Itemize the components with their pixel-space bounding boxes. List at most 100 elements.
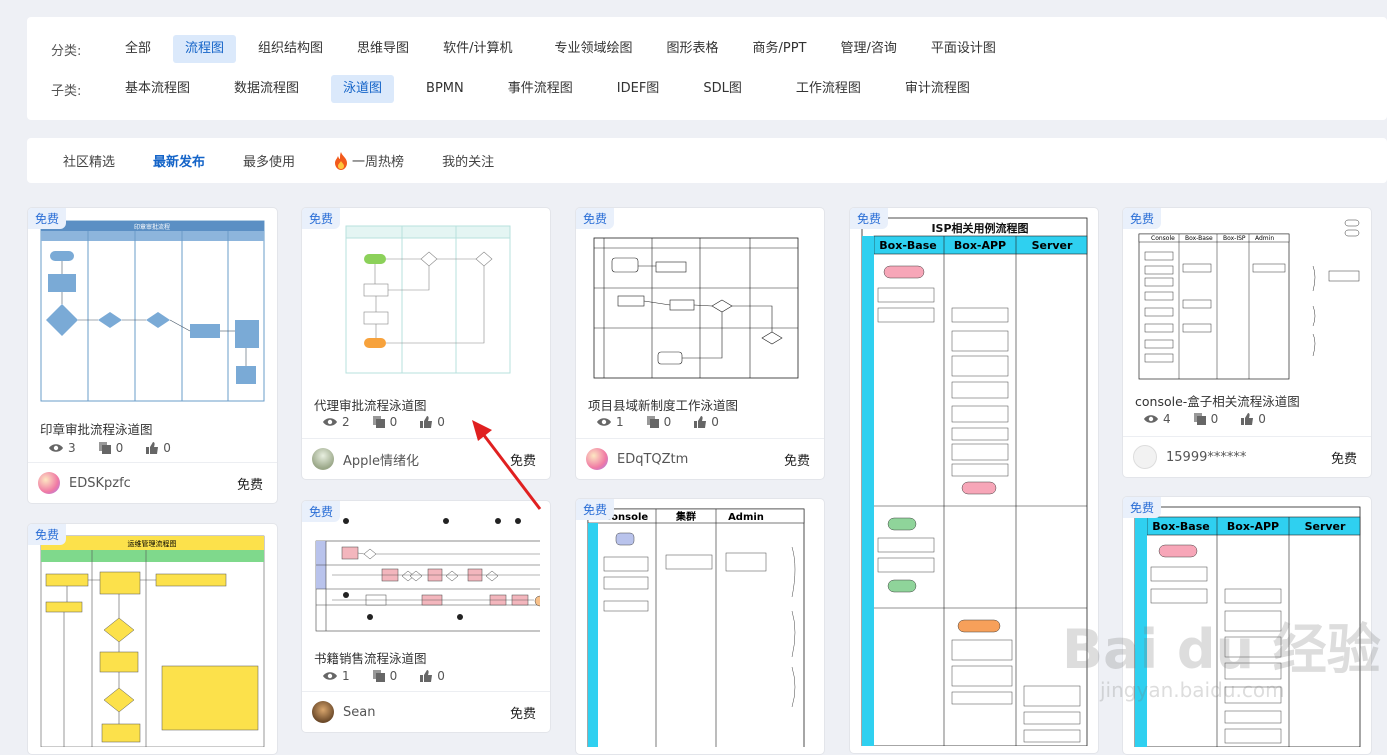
author-name[interactable]: 15999****** bbox=[1166, 450, 1331, 465]
subcategory-item[interactable]: 审计流程图 bbox=[893, 75, 982, 103]
card-title[interactable]: 书籍销售流程泳道图 bbox=[314, 648, 427, 667]
thumbs-up-icon bbox=[146, 442, 159, 454]
copies-count: 0 bbox=[1210, 412, 1219, 426]
avatar[interactable] bbox=[1133, 445, 1157, 469]
eye-icon bbox=[597, 418, 611, 426]
eye-icon bbox=[1144, 415, 1158, 423]
swimlane-thumbnail: Console 集群 Admin bbox=[586, 507, 814, 747]
thumb-lane-header: Box-Base bbox=[1152, 520, 1209, 533]
thumb-lane-header: Box-Base bbox=[879, 239, 936, 252]
swimlane-thumbnail: Console Box-Base Box-ISP Admin bbox=[1133, 216, 1361, 381]
views-count: 2 bbox=[342, 415, 350, 429]
category-item[interactable]: 平面设计图 bbox=[919, 35, 1008, 63]
tab-weekly-hot-label: 一周热榜 bbox=[352, 155, 405, 170]
category-item[interactable]: 管理/咨询 bbox=[828, 35, 908, 63]
author-name[interactable]: EDqTQZtm bbox=[617, 452, 784, 467]
views-count: 1 bbox=[616, 415, 624, 429]
template-card[interactable]: 免费 Box-Base Box-APP Server bbox=[1122, 496, 1372, 755]
card-title[interactable]: console-盒子相关流程泳道图 bbox=[1135, 391, 1300, 410]
free-badge: 免费 bbox=[28, 524, 67, 545]
subcategory-label: 子类: bbox=[51, 83, 82, 99]
thumb-title: ISP相关用例流程图 bbox=[931, 221, 1028, 235]
subcategory-item[interactable]: 基本流程图 bbox=[113, 75, 202, 103]
avatar[interactable] bbox=[586, 448, 608, 470]
swimlane-thumbnail: Box-Base Box-APP Server bbox=[1133, 505, 1361, 747]
category-item[interactable]: 商务/PPT bbox=[740, 35, 818, 63]
category-item-active[interactable]: 流程图 bbox=[173, 35, 237, 63]
likes-stat: 0 bbox=[1240, 412, 1266, 426]
tab-community[interactable]: 社区精选 bbox=[63, 151, 115, 170]
views-count: 1 bbox=[342, 669, 350, 683]
likes-stat: 0 bbox=[419, 669, 445, 683]
likes-stat: 0 bbox=[693, 415, 719, 429]
swimlane-thumbnail: ISP相关用例流程图 Box-Base Box-APP Server bbox=[860, 216, 1088, 746]
views-count: 4 bbox=[1163, 412, 1171, 426]
price-label: 免费 bbox=[1330, 451, 1357, 467]
card-title[interactable]: 代理审批流程泳道图 bbox=[314, 395, 427, 414]
thumb-lane-header: Box-Base bbox=[1185, 235, 1213, 242]
template-card[interactable]: 免费 项目县域新制度工作泳道图 1 0 0 EDqTQZtm 免费 bbox=[575, 207, 825, 480]
thumb-lane-header: Server bbox=[1032, 239, 1073, 252]
template-card[interactable]: 免费 运维管理流程图 bbox=[27, 523, 278, 755]
template-card[interactable]: 免费 代理审批流程泳道图 2 0 0 Apple情绪化 免费 bbox=[301, 207, 551, 480]
copies-stat: 0 bbox=[98, 441, 124, 455]
author-name[interactable]: EDSKpzfc bbox=[69, 476, 237, 491]
copies-stat: 0 bbox=[646, 415, 672, 429]
copy-icon bbox=[372, 670, 385, 682]
card-title[interactable]: 项目县域新制度工作泳道图 bbox=[588, 395, 738, 414]
eye-icon bbox=[49, 444, 63, 452]
copy-icon bbox=[1193, 413, 1206, 425]
subcategory-item[interactable]: 事件流程图 bbox=[496, 75, 585, 103]
copies-stat: 0 bbox=[372, 415, 397, 429]
free-badge: 免费 bbox=[302, 501, 341, 522]
subcategory-item[interactable]: BPMN bbox=[414, 75, 476, 103]
thumb-lane-header: Admin bbox=[1255, 235, 1274, 242]
likes-count: 0 bbox=[437, 669, 445, 683]
sort-tab-panel: 社区精选 最新发布 最多使用 一周热榜 我的关注 bbox=[27, 138, 1387, 183]
category-item[interactable]: 全部 bbox=[113, 35, 163, 63]
free-badge: 免费 bbox=[28, 208, 67, 229]
category-item[interactable]: 图形表格 bbox=[654, 35, 730, 63]
template-card[interactable]: 免费 Console 集群 Admin bbox=[575, 498, 825, 755]
author-name[interactable]: Sean bbox=[343, 705, 510, 720]
subcategory-row: 子类: 基本流程图 数据流程图 泳道图 BPMN 事件流程图 IDEF图 SDL… bbox=[51, 75, 992, 103]
free-badge: 免费 bbox=[302, 208, 341, 229]
copy-icon bbox=[372, 416, 385, 428]
tab-most-used[interactable]: 最多使用 bbox=[243, 151, 295, 170]
category-item[interactable]: 软件/计算机 bbox=[431, 35, 524, 63]
avatar[interactable] bbox=[312, 701, 334, 723]
free-badge: 免费 bbox=[1123, 208, 1162, 229]
card-footer: Apple情绪化 免费 bbox=[302, 438, 550, 479]
card-title[interactable]: 印章审批流程泳道图 bbox=[40, 419, 153, 438]
thumb-lane-header: Admin bbox=[728, 512, 764, 523]
price-label: 免费 bbox=[509, 453, 536, 469]
category-panel: 分类: 全部 流程图 组织结构图 思维导图 软件/计算机 专业领域绘图 图形表格… bbox=[27, 17, 1387, 120]
category-item[interactable]: 专业领域绘图 bbox=[542, 35, 644, 63]
views-count: 3 bbox=[68, 441, 76, 455]
tab-latest[interactable]: 最新发布 bbox=[153, 151, 205, 170]
swimlane-thumbnail bbox=[312, 509, 540, 639]
copies-count: 0 bbox=[663, 415, 672, 429]
author-name[interactable]: Apple情绪化 bbox=[343, 450, 510, 469]
likes-count: 0 bbox=[711, 415, 719, 429]
subcategory-item[interactable]: SDL图 bbox=[691, 75, 754, 103]
copies-count: 0 bbox=[115, 441, 124, 455]
avatar[interactable] bbox=[312, 448, 334, 470]
subcategory-item[interactable]: IDEF图 bbox=[605, 75, 672, 103]
subcategory-item[interactable]: 数据流程图 bbox=[222, 75, 311, 103]
subcategory-item-active[interactable]: 泳道图 bbox=[331, 75, 395, 103]
category-item[interactable]: 思维导图 bbox=[345, 35, 421, 63]
views-stat: 1 bbox=[596, 415, 624, 429]
template-card[interactable]: 免费 Console Box-Base Box-ISP Admin consol… bbox=[1122, 207, 1372, 478]
subcategory-item[interactable]: 工作流程图 bbox=[784, 75, 873, 103]
swimlane-thumbnail: 运维管理流程图 bbox=[38, 532, 267, 747]
template-card[interactable]: 免费 ISP相关用例流程图 Box-Base Box-APP Server bbox=[849, 207, 1099, 754]
template-card[interactable]: 免费 书籍销售流程泳道图 1 0 0 Sean 免费 bbox=[301, 500, 551, 733]
tab-weekly-hot[interactable]: 一周热榜 bbox=[333, 151, 404, 171]
template-card[interactable]: 免费 印章审批流程 印章审批流程泳道图 3 0 0 EDSKpzfc 免费 bbox=[27, 207, 278, 504]
tab-following[interactable]: 我的关注 bbox=[442, 151, 494, 170]
category-label: 分类: bbox=[51, 43, 82, 59]
avatar[interactable] bbox=[38, 472, 60, 494]
copies-stat: 0 bbox=[372, 669, 397, 683]
category-item[interactable]: 组织结构图 bbox=[246, 35, 335, 63]
